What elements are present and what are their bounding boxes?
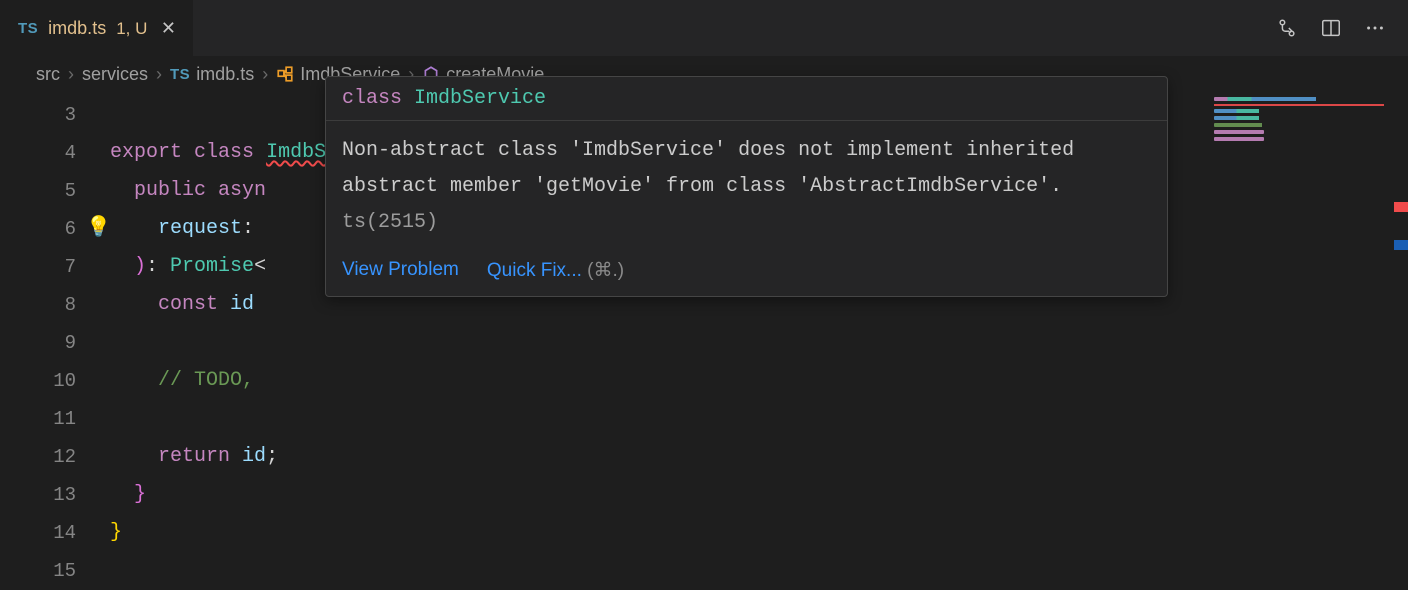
- minimap[interactable]: [1210, 94, 1390, 164]
- info-marker[interactable]: [1394, 240, 1408, 250]
- code-content[interactable]: // TODO,: [110, 362, 254, 400]
- more-icon[interactable]: [1362, 15, 1388, 41]
- line-number: 7: [0, 248, 110, 286]
- code-content[interactable]: const id: [110, 286, 254, 324]
- hover-actions: View Problem Quick Fix... (⌘.): [326, 249, 1167, 296]
- line-number: 14: [0, 514, 110, 552]
- tab-problems-badge: 1, U: [116, 19, 147, 39]
- class-icon: [276, 65, 294, 83]
- code-content[interactable]: request:: [110, 210, 254, 248]
- close-icon[interactable]: ✕: [157, 18, 179, 40]
- lightbulb-icon[interactable]: 💡: [86, 210, 111, 248]
- tab-actions: [1274, 0, 1408, 56]
- hover-error-code: ts(2515): [342, 211, 438, 234]
- line-number: 8: [0, 286, 110, 324]
- code-line[interactable]: 12 return id;: [0, 438, 1408, 476]
- code-content[interactable]: public asyn: [110, 172, 266, 210]
- line-number: 10: [0, 362, 110, 400]
- hover-classname: ImdbService: [414, 87, 546, 110]
- line-number: 5: [0, 172, 110, 210]
- overview-ruler[interactable]: [1394, 92, 1408, 572]
- compare-changes-icon[interactable]: [1274, 15, 1300, 41]
- chevron-right-icon: ›: [68, 64, 74, 85]
- error-marker[interactable]: [1394, 202, 1408, 212]
- chevron-right-icon: ›: [156, 64, 162, 85]
- line-number: 13: [0, 476, 110, 514]
- hover-header: class ImdbService: [326, 77, 1167, 120]
- tab-filename: imdb.ts: [48, 18, 106, 39]
- code-line[interactable]: 14}: [0, 514, 1408, 552]
- hover-tooltip: class ImdbService Non-abstract class 'Im…: [325, 76, 1168, 297]
- code-line[interactable]: 10 // TODO,: [0, 362, 1408, 400]
- code-content[interactable]: }: [110, 476, 146, 514]
- quick-fix-link[interactable]: Quick Fix...: [487, 260, 582, 281]
- line-number: 3: [0, 96, 110, 134]
- code-line[interactable]: 11: [0, 400, 1408, 438]
- crumb-src[interactable]: src: [36, 64, 60, 85]
- hover-message: Non-abstract class 'ImdbService' does no…: [326, 120, 1167, 249]
- tab-imdb-ts[interactable]: TS imdb.ts 1, U ✕: [0, 0, 193, 56]
- hover-keyword: class: [342, 87, 402, 110]
- crumb-file[interactable]: TS imdb.ts: [170, 64, 254, 85]
- code-line[interactable]: 13 }: [0, 476, 1408, 514]
- tabs-container: TS imdb.ts 1, U ✕: [0, 0, 193, 56]
- crumb-services[interactable]: services: [82, 64, 148, 85]
- line-number: 4: [0, 134, 110, 172]
- line-number: 15: [0, 552, 110, 590]
- code-content[interactable]: return id;: [110, 438, 278, 476]
- code-content[interactable]: ): Promise<: [110, 248, 266, 286]
- line-number: 11: [0, 400, 110, 438]
- line-number: 12: [0, 438, 110, 476]
- tab-bar: TS imdb.ts 1, U ✕: [0, 0, 1408, 56]
- split-editor-icon[interactable]: [1318, 15, 1344, 41]
- code-line[interactable]: 15: [0, 552, 1408, 590]
- line-number: 9: [0, 324, 110, 362]
- code-content[interactable]: }: [110, 514, 122, 552]
- code-line[interactable]: 9: [0, 324, 1408, 362]
- typescript-icon: TS: [170, 66, 190, 83]
- chevron-right-icon: ›: [262, 64, 268, 85]
- view-problem-link[interactable]: View Problem: [342, 259, 459, 282]
- typescript-icon: TS: [18, 20, 38, 37]
